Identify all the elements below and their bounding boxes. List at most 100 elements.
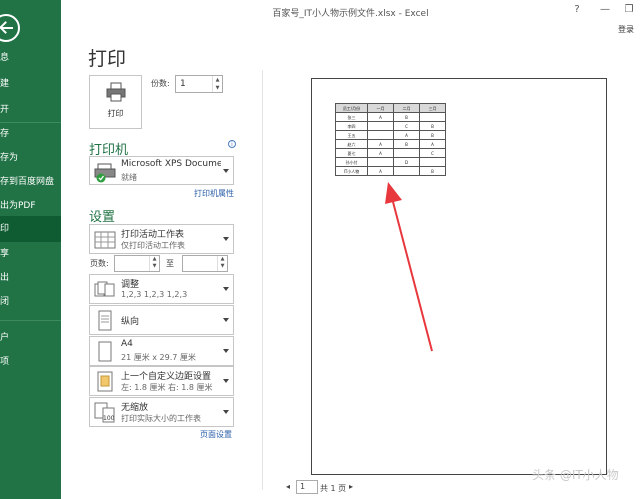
watermark: 头条 @IT小人物 [532,468,619,482]
portrait-icon [98,310,112,331]
table-cell: B [419,130,446,140]
signin-link[interactable]: 登录 [618,24,634,35]
pages-from-input[interactable]: ▲ ▼ [114,255,160,272]
back-arrow-icon[interactable] [0,14,20,42]
sidebar-item-account[interactable]: 户 [0,326,61,350]
chevron-down-icon [223,287,229,291]
margins-dropdown[interactable]: 上一个自定义边距设置 左: 1.8 厘米 右: 1.8 厘米 [89,366,234,396]
table-cell: 夏七 [335,148,368,158]
table-cell [367,157,394,167]
sidebar-divider [0,320,61,321]
chevron-down-icon [223,169,229,173]
title-bar: 百家号_IT小人物示例文件.xlsx - Excel ? — ❐ [61,0,640,24]
page-setup-link[interactable]: 页面设置 [200,429,232,440]
printer-icon [106,82,126,102]
sidebar-item-export[interactable]: 出 [0,266,61,290]
copies-spinner[interactable]: ▲ ▼ [212,76,222,92]
table-cell: 二月 [393,103,420,113]
sidebar-item-options[interactable]: 项 [0,350,61,374]
svg-text:100: 100 [103,415,115,422]
sidebar-item-print[interactable]: 印 [0,216,61,242]
table-cell [419,112,446,122]
table-cell: A [367,148,394,158]
table-cell: 孙小付 [335,157,368,167]
pages-to-label: 至 [166,259,174,268]
table-cell: IT小人物 [335,166,368,176]
sidebar-item-export-pdf[interactable]: 出为PDF [0,194,61,218]
table-cell: D [393,157,420,167]
table-cell: 王五 [335,130,368,140]
pages-to-spinner[interactable]: ▲ ▼ [217,256,227,271]
table-cell: 张三 [335,112,368,122]
page-total: 共 1 页 [320,484,347,493]
print-what-sub: 仅打印活动工作表 [121,241,185,250]
sidebar-item-info[interactable]: 息 [0,46,61,70]
printer-ready-icon [94,163,116,183]
sidebar-item-share[interactable]: 享 [0,242,61,266]
page-number-input[interactable]: 1 [296,480,318,494]
table-cell: 一月 [367,103,394,113]
next-page-button[interactable]: ▸ [349,482,353,491]
printer-properties-link[interactable]: 打印机属性 [194,188,234,199]
print-button[interactable]: 打印 [89,75,142,129]
scaling-dropdown[interactable]: 100 无缩放 打印实际大小的工作表 [89,397,234,427]
table-cell: 员工/月份 [335,103,368,113]
print-what-dropdown[interactable]: 打印活动工作表 仅打印活动工作表 [89,224,234,254]
scaling-sub: 打印实际大小的工作表 [121,414,201,423]
sidebar-item-close[interactable]: 闭 [0,290,61,314]
table-cell: 三月 [419,103,446,113]
print-button-label: 打印 [107,109,124,118]
table-cell: A [393,130,420,140]
sidebar-item-save-baidu[interactable]: 存到百度网盘 [0,170,61,194]
page-title: 打印 [88,48,127,70]
table-cell: A [419,139,446,149]
chevron-down-icon [223,349,229,353]
table-cell: 李四 [335,121,368,131]
sidebar-item-new[interactable]: 建 [0,72,61,96]
table-cell: B [393,112,420,122]
orientation-dropdown[interactable]: 纵向 [89,305,234,335]
table-row: 李四 C B [335,121,446,131]
sidebar-item-open[interactable]: 开 [0,98,61,122]
scaling-main: 无缩放 [121,403,149,413]
chevron-down-icon [223,237,229,241]
prev-page-button[interactable]: ◂ [286,482,290,491]
table-cell: C [393,121,420,131]
window-title: 百家号_IT小人物示例文件.xlsx - Excel [272,9,429,19]
pages-from-spinner[interactable]: ▲ ▼ [149,256,159,271]
paper-size-dropdown[interactable]: A4 21 厘米 x 29.7 厘米 [89,336,234,366]
table-row: 张三 A B [335,112,446,122]
table-cell: A [367,139,394,149]
copies-label: 份数: [151,79,170,88]
margins-sub: 左: 1.8 厘米 右: 1.8 厘米 [121,383,213,392]
minimize-button[interactable]: — [597,4,613,15]
chevron-down-icon [223,318,229,322]
table-row: 赵六 A B A [335,139,446,149]
scaling-100-icon: 100 [94,402,115,423]
help-button[interactable]: ? [569,4,585,15]
table-row: 王五 A B [335,130,446,140]
margins-icon [97,371,113,392]
table-cell: B [419,121,446,131]
annotation-arrow [385,182,433,352]
restore-button[interactable]: ❐ [621,4,637,15]
pages-to-input[interactable]: ▲ ▼ [182,255,228,272]
copies-input[interactable]: 1 ▲ ▼ [175,75,223,93]
table-cell [367,130,394,140]
paper-sub: 21 厘米 x 29.7 厘米 [121,353,196,362]
collate-dropdown[interactable]: 调整 1,2,3 1,2,3 1,2,3 [89,274,234,304]
sheet-grid-icon [94,231,116,249]
preview-table: 员工/月份 一月 二月 三月 张三 A B 李四 C B 王五 A B 赵六 A B A 夏七 A C 孙小付 D IT小人… [335,103,446,176]
sidebar-item-save-as[interactable]: 存为 [0,146,61,170]
sidebar-item-save[interactable]: 存 [0,122,61,146]
printer-dropdown[interactable]: Microsoft XPS Docume... 就绪 [89,156,234,185]
pages-label: 页数: [90,259,109,268]
info-icon[interactable]: i [228,140,236,148]
table-cell: A [367,112,394,122]
table-cell: B [393,139,420,149]
table-cell [393,166,420,176]
table-row: 夏七 A C [335,148,446,158]
printer-status: 就绪 [121,173,137,182]
collate-main: 调整 [121,280,140,290]
paper-icon [98,341,112,362]
